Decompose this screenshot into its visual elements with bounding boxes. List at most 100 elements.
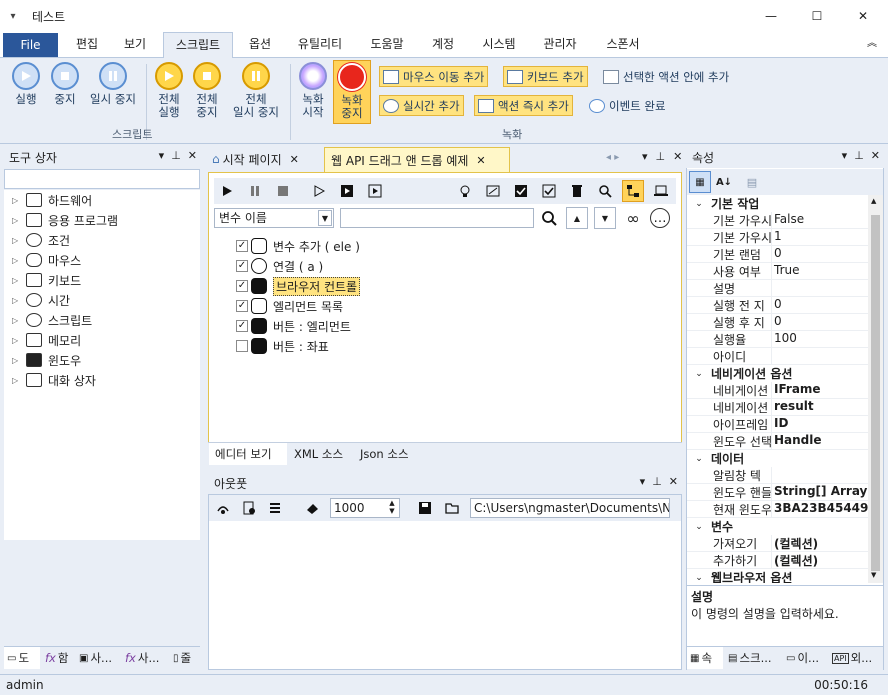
property-value[interactable]: Handle (771, 433, 868, 449)
action-row[interactable]: ✓ 엘리먼트 목록 (236, 296, 343, 316)
tab-user-2[interactable]: fx 사... (122, 647, 170, 669)
quick-access-icon[interactable]: ▾ (2, 11, 24, 22)
categorized-icon[interactable]: ▦ (689, 171, 711, 193)
add-keyboard-button[interactable]: 키보드 추가 (503, 66, 588, 87)
tab-line[interactable]: ▯ 줄 (170, 647, 200, 669)
tree-item-time[interactable]: ▷ 시간 (12, 290, 70, 310)
tab-editor-view[interactable]: 에디터 보기 (209, 443, 287, 465)
tree-item-dialog[interactable]: ▷ 대화 상자 (12, 370, 96, 390)
property-row[interactable]: 가져오기 (컬렉션) (687, 535, 868, 552)
property-value[interactable]: 100 (771, 331, 868, 347)
play-box-icon[interactable] (336, 180, 358, 202)
property-value[interactable]: result (771, 399, 868, 415)
property-value[interactable]: (컬렉션) (771, 552, 868, 568)
tree-item-memory[interactable]: ▷ 메모리 (12, 330, 81, 350)
add-mouse-move-button[interactable]: 마우스 이동 추가 (379, 66, 489, 87)
pin-icon[interactable]: ⊥ (854, 149, 864, 162)
menu-edit[interactable]: 편집 (64, 32, 110, 58)
tree-item-script[interactable]: ▷ 스크립트 (12, 310, 92, 330)
tab-toolbox[interactable]: ▭ 도 (4, 647, 40, 669)
delete-icon[interactable] (566, 180, 588, 202)
dropdown-icon[interactable]: ▾ (842, 149, 848, 162)
play-frame-icon[interactable] (364, 180, 386, 202)
menu-options[interactable]: 옵션 (238, 32, 282, 58)
tab-properties[interactable]: ▦ 속 (687, 647, 723, 669)
pause-icon[interactable] (244, 180, 266, 202)
property-row[interactable]: 실행 전 지 0 (687, 297, 868, 314)
record-stop-button[interactable]: 녹화 중지 (333, 60, 371, 124)
property-row[interactable]: 윈도우 선택 Handle (687, 433, 868, 450)
property-value[interactable]: False (771, 212, 868, 228)
move-down-icon[interactable]: ▼ (594, 207, 616, 229)
list-icon[interactable] (264, 497, 286, 519)
action-checkbox[interactable] (236, 340, 248, 352)
property-category[interactable]: ⌄ 웹브라우저 옵션 (687, 569, 868, 583)
menu-script[interactable]: 스크립트 (163, 32, 233, 59)
tab-xml-source[interactable]: XML 소스 (290, 443, 354, 465)
tree-item-condition[interactable]: ▷ 조건 (12, 230, 70, 250)
clear-log-icon[interactable] (212, 497, 234, 519)
collapse-icon[interactable]: ⌄ (687, 573, 711, 583)
scroll-down-icon[interactable]: ▼ (871, 571, 876, 579)
property-category[interactable]: ⌄ 기본 작업 (687, 195, 868, 212)
search-icon[interactable] (594, 180, 616, 202)
property-row[interactable]: 기본 가우시 False (687, 212, 868, 229)
action-row[interactable]: ✓ 버튼 : 엘리먼트 (236, 316, 351, 336)
action-checkbox[interactable]: ✓ (236, 320, 248, 332)
property-row[interactable]: 아이디 (687, 348, 868, 365)
tree-item-window[interactable]: ▷ 윈도우 (12, 350, 81, 370)
action-row[interactable]: ✓ 변수 추가 ( ele ) (236, 236, 360, 256)
tab-scroll-icons[interactable]: ◂ ▸ (606, 152, 619, 163)
tab-external[interactable]: API 외... (829, 647, 881, 669)
property-row[interactable]: 설명 (687, 280, 868, 297)
action-checkbox[interactable]: ✓ (236, 240, 248, 252)
property-scrollbar[interactable]: ▲ ▼ (868, 195, 883, 583)
property-pages-icon[interactable]: ▤ (741, 171, 763, 193)
property-row[interactable]: 알림창 텍 (687, 467, 868, 484)
tab-function[interactable]: fx 함 (42, 647, 76, 669)
stop-icon[interactable] (272, 180, 294, 202)
stop-all-button[interactable]: 전체 중지 (190, 62, 224, 119)
search-icon[interactable] (538, 207, 560, 229)
property-row[interactable]: 네비게이션 IFrame (687, 382, 868, 399)
minimize-button[interactable]: — (748, 0, 794, 32)
pin-icon[interactable]: ⊥ (171, 149, 181, 162)
checkbox-outline-icon[interactable] (538, 180, 560, 202)
record-start-button[interactable]: 녹화 시작 (296, 62, 330, 119)
loop-icon[interactable]: ∞ (622, 207, 644, 229)
menu-system[interactable]: 시스템 (472, 32, 526, 58)
action-checkbox[interactable]: ✓ (236, 300, 248, 312)
tree-view-icon[interactable] (622, 180, 644, 202)
tree-item-keyboard[interactable]: ▷ 키보드 (12, 270, 81, 290)
property-row[interactable]: 사용 여부 True (687, 263, 868, 280)
property-row[interactable]: 기본 가우시 1 (687, 229, 868, 246)
property-value[interactable]: String[] Array (771, 484, 868, 500)
log-path-field[interactable]: C:\Users\ngmaster\Documents\NGM (470, 498, 670, 518)
save-icon[interactable] (414, 497, 436, 519)
menu-view[interactable]: 보기 (112, 32, 158, 58)
action-checkbox[interactable]: ✓ (236, 280, 248, 292)
close-icon[interactable]: ✕ (669, 475, 678, 488)
close-icon[interactable]: ✕ (476, 154, 485, 167)
dropdown-icon[interactable]: ▾ (159, 149, 165, 162)
edit-image-icon[interactable] (482, 180, 504, 202)
laptop-icon[interactable] (650, 180, 672, 202)
file-menu[interactable]: File (3, 33, 58, 57)
lightbulb-icon[interactable] (454, 180, 476, 202)
maximize-button[interactable]: ☐ (794, 0, 840, 32)
add-action-now-button[interactable]: 액션 즉시 추가 (474, 95, 573, 116)
close-icon[interactable]: ✕ (871, 149, 880, 162)
pause-all-button[interactable]: 전체 일시 중지 (228, 62, 284, 119)
collapse-icon[interactable]: ⌄ (687, 522, 711, 532)
menu-admin[interactable]: 관리자 (533, 32, 587, 58)
add-realtime-button[interactable]: 실시간 추가 (379, 95, 464, 116)
property-value[interactable]: 0 (771, 314, 868, 330)
close-icon[interactable]: ✕ (188, 149, 197, 162)
run-button[interactable]: 실행 (8, 62, 44, 106)
property-value[interactable]: 3BA23B454497D (771, 501, 868, 517)
event-done-button[interactable]: 이벤트 완료 (586, 95, 669, 116)
property-category[interactable]: ⌄ 데이터 (687, 450, 868, 467)
property-value[interactable]: (컬렉션) (771, 535, 868, 551)
property-value[interactable]: True (771, 263, 868, 279)
action-checkbox[interactable]: ✓ (236, 260, 248, 272)
